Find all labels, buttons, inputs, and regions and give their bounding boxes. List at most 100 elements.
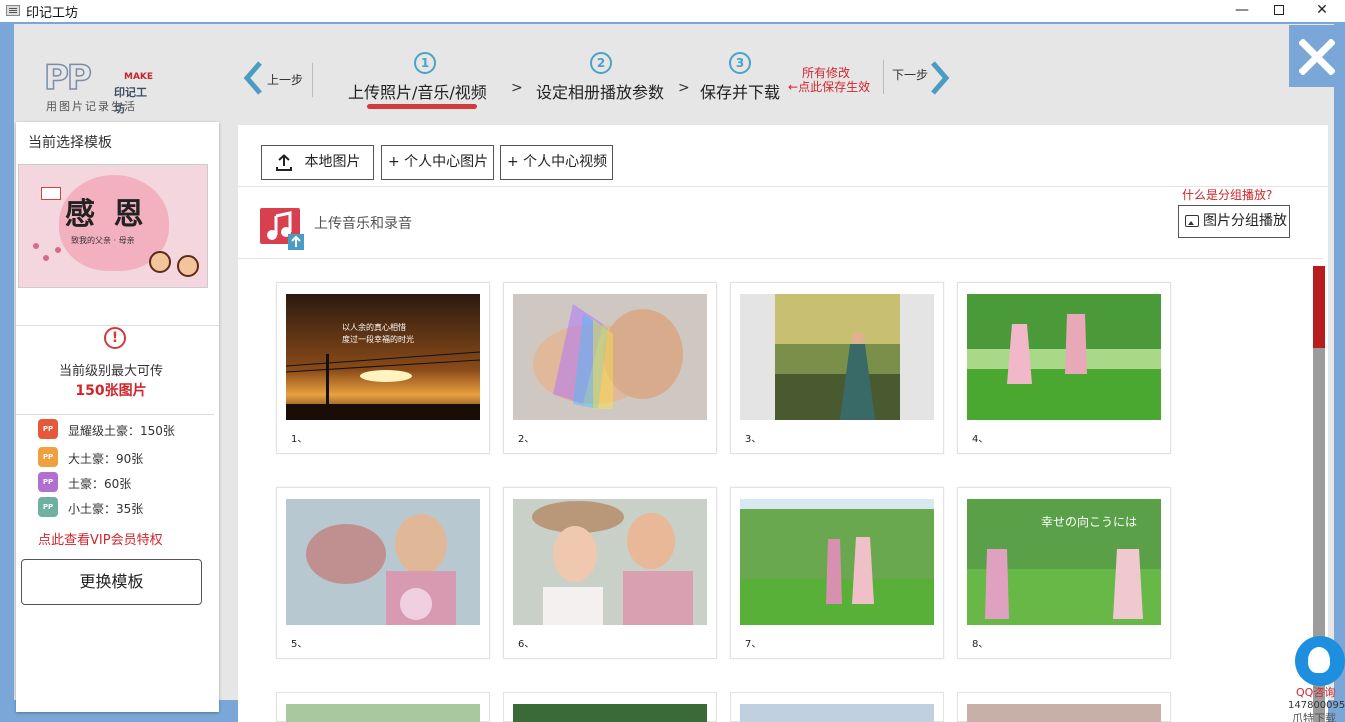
- vip-privileges-link[interactable]: 点此查看VIP会员特权: [38, 529, 163, 548]
- app-icon: [6, 5, 20, 16]
- maximize-icon: [1274, 5, 1284, 15]
- center-videos-button[interactable]: + 个人中心视频: [500, 145, 613, 180]
- photo-number: 1、: [291, 434, 308, 445]
- window-close-button[interactable]: ✕: [1299, 0, 1345, 22]
- level-text: 大土豪：90张: [68, 452, 144, 466]
- photo-thumbnail: [740, 499, 934, 625]
- arrow-right-icon: [931, 61, 950, 95]
- logo-pp: PP: [43, 58, 92, 98]
- center-pictures-button[interactable]: + 个人中心图片: [381, 145, 494, 180]
- photo-card[interactable]: 7、: [730, 487, 944, 659]
- photo-thumbnail: [967, 704, 1161, 722]
- arrow-left-red-icon: ←: [788, 80, 799, 94]
- step-number: 1: [414, 52, 436, 74]
- pp-badge-icon: PP: [38, 447, 58, 467]
- nav-divider: [883, 60, 884, 94]
- photo-thumbnail: [513, 704, 707, 722]
- divider: [16, 414, 214, 415]
- photo-thumbnail: 幸せの向こうには: [967, 499, 1161, 625]
- photo-card[interactable]: 4、: [957, 282, 1171, 454]
- photo-card[interactable]: 幸せの向こうには 8、: [957, 487, 1171, 659]
- photo-card[interactable]: 6、: [503, 487, 717, 659]
- photo-number: 8、: [972, 639, 989, 650]
- music-upload-label[interactable]: 上传音乐和录音: [314, 213, 412, 233]
- change-template-button[interactable]: 更换模板: [21, 559, 202, 605]
- divider: [16, 325, 219, 326]
- level-item: PP 小土豪：35张: [38, 497, 208, 519]
- close-icon: [1299, 39, 1335, 75]
- step-separator: >: [511, 80, 523, 96]
- step-upload[interactable]: 1 上传照片/音乐/视频: [348, 52, 498, 102]
- step-separator: >: [678, 80, 690, 96]
- pp-badge-icon: PP: [38, 472, 58, 492]
- photo-card[interactable]: [276, 692, 490, 722]
- photo-number: 2、: [518, 434, 535, 445]
- save-note-link[interactable]: 所有修改 ←点此保存生效: [788, 66, 870, 94]
- local-pictures-button[interactable]: 本地图片: [261, 145, 374, 180]
- pp-badge-icon: PP: [38, 419, 58, 439]
- photo-caption: 幸せの向こうには: [1041, 515, 1138, 529]
- watermark: 爪特下载网: [1292, 712, 1336, 722]
- step-label: 上传照片/音乐/视频: [348, 83, 487, 102]
- level-text: 小土豪：35张: [68, 502, 144, 516]
- cartoon-face-icon: [177, 255, 199, 277]
- next-step-button[interactable]: 下一步: [885, 58, 955, 98]
- photo-card[interactable]: 3、: [730, 282, 944, 454]
- group-play-help-link[interactable]: 什么是分组播放?: [1182, 186, 1272, 203]
- photo-number: 4、: [972, 434, 989, 445]
- max-upload-text: 当前级别最大可传: [58, 364, 163, 379]
- photo-thumbnail: [967, 294, 1161, 420]
- brand-logo: PP MAKE 印记工坊 用图片记录生活: [43, 58, 154, 115]
- photo-thumbnail: [513, 499, 707, 625]
- arrow-left-icon: [243, 61, 262, 95]
- cartoon-face-icon: [149, 251, 171, 273]
- step-label: 设定相册播放参数: [536, 83, 665, 102]
- photo-thumbnail: [286, 704, 480, 722]
- qq-chat-label[interactable]: QQ咨询: [1296, 684, 1335, 700]
- photo-card[interactable]: 2、: [503, 282, 717, 454]
- pp-badge-icon: PP: [38, 497, 58, 517]
- photo-card[interactable]: [503, 692, 717, 722]
- prev-step-button[interactable]: 上一步: [242, 58, 312, 98]
- divider: [238, 258, 1323, 259]
- template-subtitle: 致我的父亲 · 母亲: [71, 236, 135, 245]
- qq-chat-icon[interactable]: [1295, 636, 1345, 686]
- max-upload-count: 150张图片: [75, 383, 147, 399]
- scrollbar-thumb[interactable]: [1313, 266, 1325, 348]
- level-item: PP 土豪：60张: [38, 472, 208, 494]
- warning-icon: !: [104, 327, 126, 349]
- divider: [238, 186, 1328, 187]
- next-step-label: 下一步: [892, 68, 929, 82]
- flower-icon: [43, 255, 49, 261]
- level-text: 土豪：60张: [68, 477, 132, 491]
- save-note-line1: 所有修改: [802, 66, 851, 80]
- level-item: PP 大土豪：90张: [38, 447, 208, 469]
- template-preview[interactable]: 感 恩 致我的父亲 · 母亲: [18, 164, 208, 288]
- logo-make: MAKE: [124, 72, 154, 82]
- photo-card[interactable]: 5、: [276, 487, 490, 659]
- step-settings[interactable]: 2 设定相册播放参数: [536, 52, 671, 102]
- music-note-icon: [260, 208, 304, 250]
- music-upload-button[interactable]: [260, 208, 304, 252]
- template-title: 感 恩: [65, 197, 148, 232]
- photo-thumbnail: [740, 704, 934, 722]
- step-save-download[interactable]: 3 保存并下载: [700, 52, 790, 102]
- image-icon: [1185, 215, 1199, 227]
- photo-thumbnail: 以人余的真心相惜 度过一段幸福的时光: [286, 294, 480, 420]
- photo-card[interactable]: [957, 692, 1171, 722]
- photo-number: 3、: [745, 434, 762, 445]
- upload-icon: [276, 154, 292, 171]
- prev-step-label: 上一步: [267, 73, 304, 87]
- window-title: 印记工坊: [26, 6, 79, 21]
- group-play-button[interactable]: 图片分组播放: [1178, 205, 1290, 238]
- flower-icon: [55, 247, 61, 253]
- active-step-indicator: [367, 104, 477, 109]
- nav-divider: [312, 63, 313, 97]
- maximize-button[interactable]: [1256, 0, 1302, 22]
- close-editor-button[interactable]: [1289, 25, 1345, 87]
- step-number: 3: [729, 52, 751, 74]
- logo-slogan: 用图片记录生活: [46, 100, 137, 113]
- photo-card[interactable]: 以人余的真心相惜 度过一段幸福的时光 1、: [276, 282, 490, 454]
- local-pictures-label: 本地图片: [304, 154, 361, 170]
- photo-card[interactable]: [730, 692, 944, 722]
